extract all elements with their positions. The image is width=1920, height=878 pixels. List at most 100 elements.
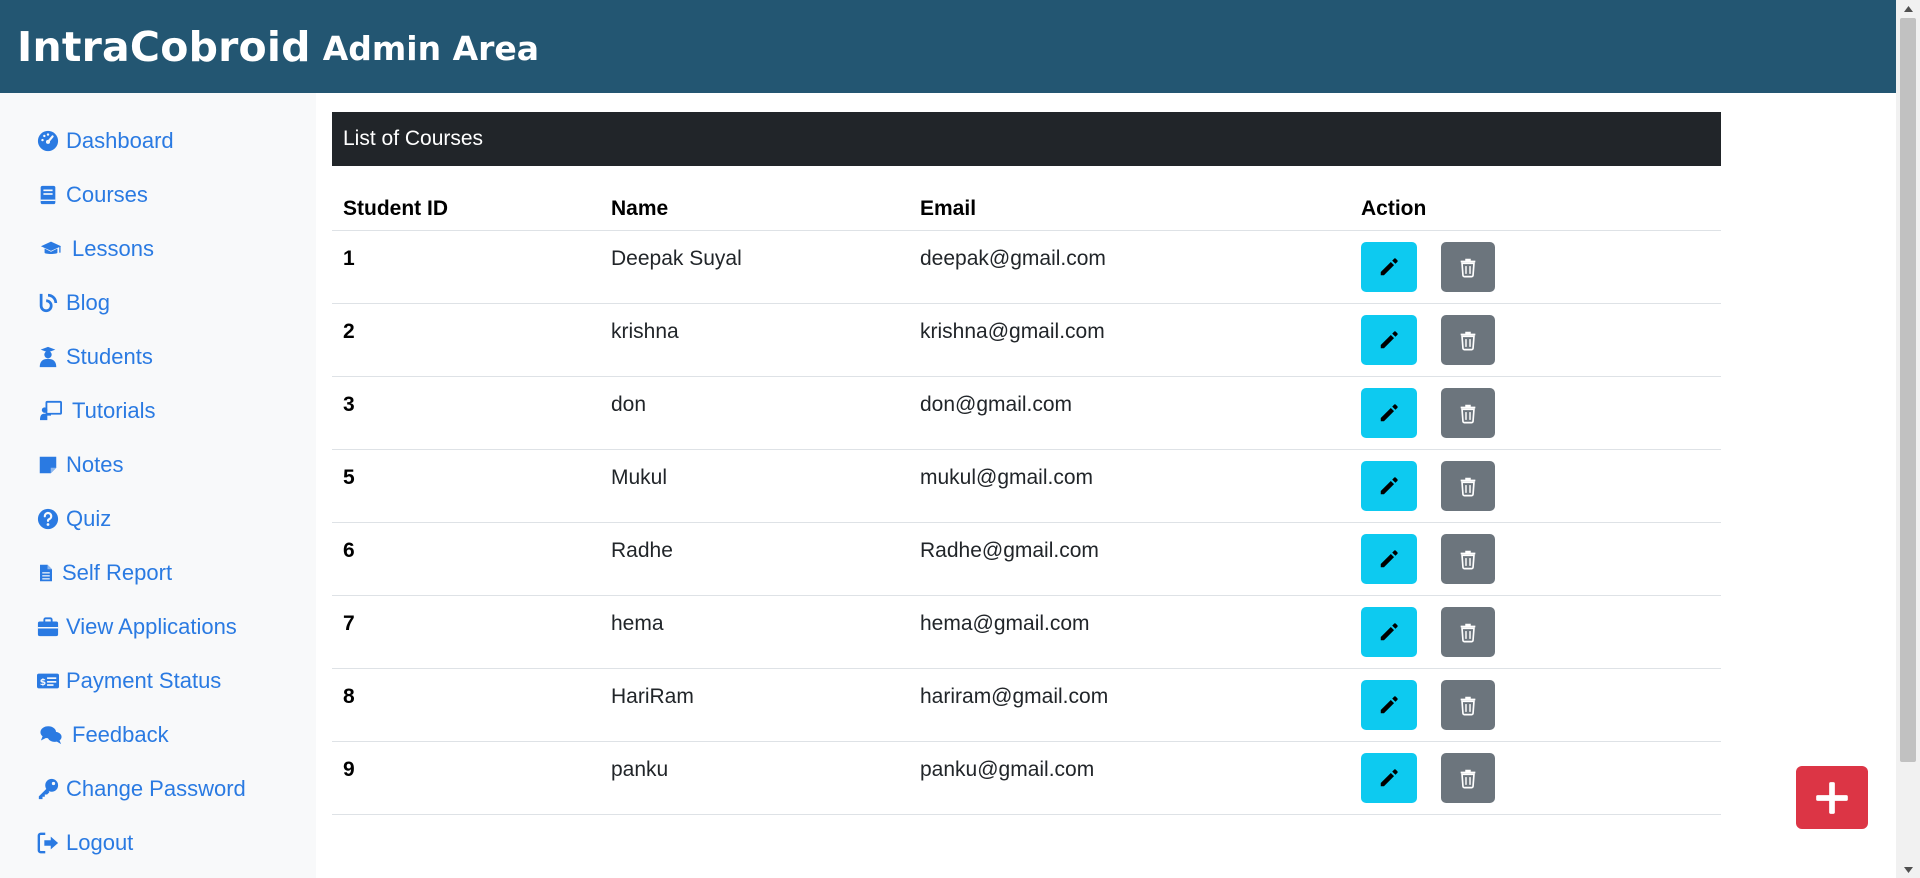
book-icon [40,185,56,205]
sidebar-item-notes[interactable]: Notes [0,438,316,492]
table-row: 3 don don@gmail.com [332,376,1721,450]
sidebar: Dashboard Courses Lessons Blog Students … [0,93,316,878]
table-row: 8 HariRam hariram@gmail.com [332,668,1721,742]
student-name-text: HariRam [611,684,694,708]
table-row: 2 krishna krishna@gmail.com [332,303,1721,377]
cell-email: mukul@gmail.com [909,449,1350,523]
delete-button[interactable] [1441,387,1495,438]
table-row: 1 Deepak Suyal deepak@gmail.com [332,230,1721,304]
trash-icon [1460,550,1476,569]
students-table: Student ID Name Email Action 1 Deepak Suy… [332,178,1721,815]
edit-button[interactable] [1361,679,1417,730]
question-circle-icon [37,508,59,530]
student-name-text: panku [611,757,669,781]
comments-icon [40,726,62,745]
svg-text:$: $ [40,677,46,688]
cell-email: panku@gmail.com [909,741,1350,815]
student-id-text: 7 [343,611,355,635]
sidebar-item-view-applications[interactable]: View Applications [0,600,316,654]
scrollbar-thumb[interactable] [1900,18,1916,762]
sidebar-item-label: Blog [66,290,111,315]
trash-icon [1460,769,1476,788]
cell-name: hema [600,595,909,669]
plus-icon [1816,781,1848,814]
file-icon [40,564,52,582]
delete-button[interactable] [1441,241,1495,292]
cell-action [1350,449,1721,523]
scroll-down-arrow-icon[interactable] [1896,861,1920,878]
cell-email: Radhe@gmail.com [909,522,1350,596]
pencil-icon [1380,695,1398,713]
delete-button[interactable] [1441,679,1495,730]
sidebar-item-students[interactable]: Students [0,330,316,384]
sidebar-item-label: Tutorials [72,398,156,423]
edit-button[interactable] [1361,606,1417,657]
cell-action [1350,230,1721,304]
sidebar-item-tutorials[interactable]: Tutorials [0,384,316,438]
cell-name: don [600,376,909,450]
student-name-text: Deepak Suyal [611,246,742,270]
sidebar-item-label: Notes [66,452,124,477]
student-name-text: Radhe [611,538,673,562]
sidebar-item-dashboard[interactable]: Dashboard [0,114,316,168]
student-email-text: krishna@gmail.com [920,319,1105,343]
delete-button[interactable] [1441,752,1495,803]
cell-action [1350,741,1721,815]
table-header-row: Student ID Name Email Action [332,178,1721,231]
sidebar-item-label: Feedback [72,722,169,747]
sidebar-item-change-password[interactable]: Change Password [0,762,316,816]
column-header-email: Email [909,178,1350,231]
delete-button[interactable] [1441,460,1495,511]
sticky-note-icon [39,456,57,474]
sidebar-item-label: Quiz [66,506,112,531]
edit-button[interactable] [1361,387,1417,438]
delete-button[interactable] [1441,533,1495,584]
student-id-text: 9 [343,757,355,781]
trash-icon [1460,623,1476,642]
money-check-icon: $ [37,673,59,689]
cell-student-id: 9 [332,741,600,815]
sidebar-item-label: Students [66,344,153,369]
sidebar-item-quiz[interactable]: Quiz [0,492,316,546]
table-row: 7 hema hema@gmail.com [332,595,1721,669]
pencil-icon [1380,768,1398,786]
cell-action [1350,668,1721,742]
trash-icon [1460,696,1476,715]
delete-button[interactable] [1441,606,1495,657]
trash-icon [1460,477,1476,496]
dashboard-icon [37,130,59,152]
sidebar-item-courses[interactable]: Courses [0,168,316,222]
student-id-text: 1 [343,246,355,270]
vertical-scrollbar[interactable] [1896,0,1920,878]
top-header: IntraCobroid Admin Area [0,0,1896,93]
cell-email: hariram@gmail.com [909,668,1350,742]
cell-action [1350,522,1721,596]
edit-button[interactable] [1361,533,1417,584]
edit-button[interactable] [1361,460,1417,511]
edit-button[interactable] [1361,752,1417,803]
edit-button[interactable] [1361,241,1417,292]
cell-name: HariRam [600,668,909,742]
sidebar-item-feedback[interactable]: Feedback [0,708,316,762]
scroll-up-arrow-icon[interactable] [1896,0,1920,17]
student-icon [39,346,57,368]
sidebar-item-payment-status[interactable]: $ Payment Status [0,654,316,708]
sidebar-item-lessons[interactable]: Lessons [0,222,316,276]
sidebar-item-logout[interactable]: Logout [0,816,316,870]
add-button[interactable] [1796,766,1868,829]
cell-student-id: 5 [332,449,600,523]
student-email-text: don@gmail.com [920,392,1073,416]
edit-button[interactable] [1361,314,1417,365]
cell-email: krishna@gmail.com [909,303,1350,377]
blog-icon [39,293,58,313]
sidebar-item-label: Logout [66,830,134,855]
cell-student-id: 7 [332,595,600,669]
sidebar-item-label: Change Password [66,776,246,801]
sidebar-item-label: Dashboard [66,128,174,153]
student-email-text: mukul@gmail.com [920,465,1094,489]
sidebar-item-label: Self Report [62,560,173,585]
sidebar-item-self-report[interactable]: Self Report [0,546,316,600]
delete-button[interactable] [1441,314,1495,365]
sidebar-item-blog[interactable]: Blog [0,276,316,330]
student-email-text: hema@gmail.com [920,611,1090,635]
